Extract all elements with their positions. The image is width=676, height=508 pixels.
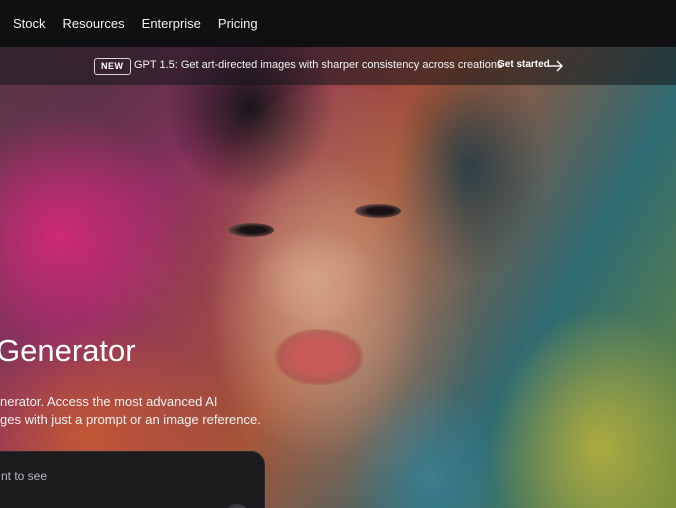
nav-item-enterprise[interactable]: Enterprise — [142, 16, 201, 31]
nav-item-resources[interactable]: Resources — [63, 16, 125, 31]
nav-item-stock[interactable]: Stock — [13, 16, 46, 31]
announcement-message: GPT 1.5: Get art-directed images with sh… — [134, 59, 503, 71]
new-badge: NEW — [94, 58, 131, 75]
submit-button[interactable] — [224, 504, 250, 508]
top-navigation: Stock Resources Enterprise Pricing — [0, 0, 676, 47]
hero-background-image — [0, 47, 676, 508]
nav-item-pricing[interactable]: Pricing — [218, 16, 258, 31]
get-started-link[interactable]: Get started — [497, 59, 550, 70]
portrait-lips — [275, 329, 363, 385]
arrow-right-icon[interactable] — [548, 59, 564, 73]
prompt-input-box[interactable]: nt to see — [0, 451, 265, 508]
hero-title: Generator — [0, 333, 136, 368]
portrait-left-eye — [228, 223, 274, 237]
prompt-placeholder: nt to see — [1, 469, 48, 483]
hero-description-line-2: ges with just a prompt or an image refer… — [0, 412, 261, 427]
portrait-face — [190, 87, 490, 508]
portrait-right-eye — [355, 204, 401, 218]
hero-description-line-1: nerator. Access the most advanced AI — [0, 394, 218, 409]
announcement-bar: NEW GPT 1.5: Get art-directed images wit… — [0, 47, 676, 85]
